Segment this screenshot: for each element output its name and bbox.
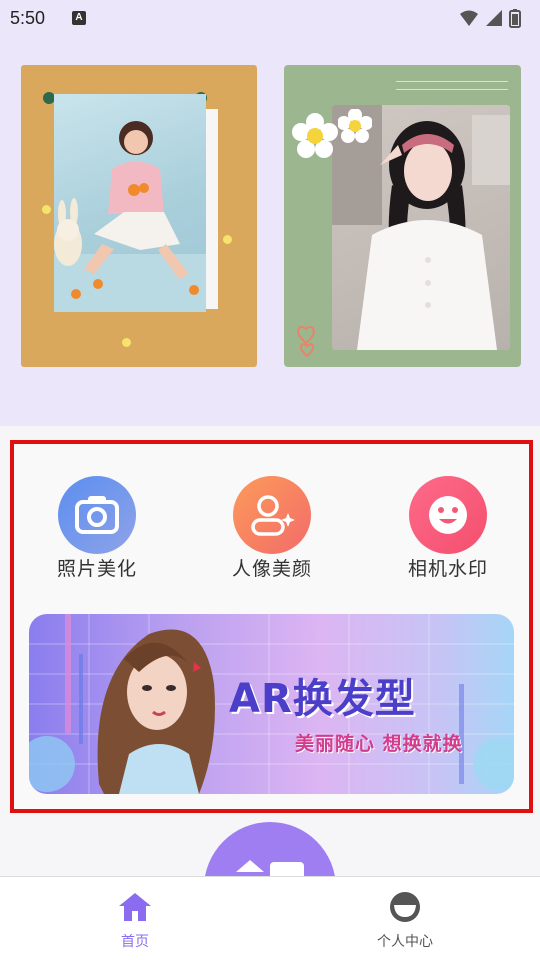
camera-icon[interactable]	[58, 476, 136, 554]
feature-label: 相机水印	[407, 558, 488, 580]
nav-label-home: 首页	[121, 934, 149, 950]
flower-icon	[338, 109, 372, 143]
photo-card-girl-with-oranges[interactable]	[21, 65, 257, 367]
profile-icon	[390, 892, 420, 922]
feature-camera-watermark[interactable]: 相机水印	[388, 476, 508, 581]
wifi-signal-battery-icon	[460, 9, 521, 28]
nav-item-home[interactable]: 首页	[75, 891, 195, 951]
bottom-nav: 首页 个人中心	[0, 876, 540, 960]
feature-label: 照片美化	[56, 558, 137, 580]
notification-icon: A	[72, 11, 86, 25]
status-icons	[458, 8, 530, 28]
feature-photo-beautify[interactable]: 照片美化	[37, 476, 157, 581]
top-banner	[0, 38, 540, 426]
status-bar: 5:50 A	[0, 0, 540, 38]
nav-item-profile[interactable]: 个人中心	[345, 891, 465, 951]
nav-label-profile: 个人中心	[377, 934, 433, 950]
ar-banner-title: AR换发型	[229, 676, 416, 722]
flower-icon	[292, 113, 338, 158]
ar-hairstyle-banner[interactable]: AR换发型 美丽随心 想换就换	[29, 614, 514, 794]
home-icon	[119, 893, 151, 921]
feature-label: 人像美颜	[231, 558, 312, 580]
portrait-icon[interactable]	[233, 476, 311, 554]
feature-portrait-beauty[interactable]: 人像美颜	[212, 476, 332, 581]
feature-section: 照片美化 人像美颜 相机水印 AR换发型 美丽随心 想换就换	[10, 440, 533, 813]
status-time: 5:50	[10, 8, 46, 28]
heart-doodle-icon	[297, 325, 315, 358]
ar-banner-subtitle: 美丽随心 想换就换	[295, 733, 463, 755]
girl-photo-left	[54, 94, 206, 312]
photo-card-girl-with-braids[interactable]	[284, 65, 521, 367]
smile-icon[interactable]	[409, 476, 487, 554]
